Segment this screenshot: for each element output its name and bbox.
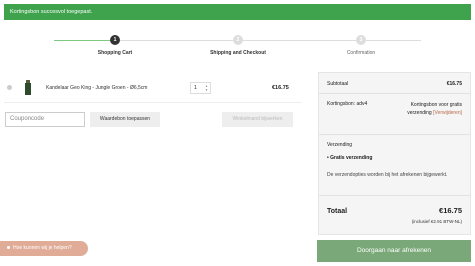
coupon-row: Kortingsbon: adv4 Kortingsbon voor grati…: [327, 101, 462, 131]
total-label: Totaal: [327, 208, 348, 215]
quantity-stepper[interactable]: 1 ▲ ▼: [190, 82, 211, 94]
divider: [4, 102, 302, 103]
step-3-dot: 3: [356, 35, 366, 45]
candle-holder-body: [25, 83, 31, 95]
chat-dot-icon: [7, 246, 10, 250]
subtotal-label: Subtotaal: [327, 81, 349, 87]
success-notice: Kortingsbon succesvol toegepast.: [4, 4, 471, 20]
shipping-option-label: Gratis verzending: [330, 155, 373, 161]
product-name-link[interactable]: Kandelaar Geo King - Jungle Groen - Ø6,5…: [46, 85, 147, 91]
step-3-label: Confirmation: [346, 50, 376, 56]
help-chat-button[interactable]: Hoe kunnen wij je helpen?: [0, 241, 88, 256]
progress-line: [120, 40, 233, 41]
shipping-note: De verzendopties worden bij het afrekene…: [327, 172, 448, 178]
divider: [319, 93, 470, 94]
divider: [319, 134, 470, 135]
coupon-label: Kortingsbon: adv4: [327, 101, 368, 107]
remove-item-icon[interactable]: [7, 85, 12, 90]
checkout-button[interactable]: Doorgaan naar afrekenen: [317, 240, 471, 262]
order-summary: Subtotaal €16.75 Kortingsbon: adv4 Korti…: [318, 72, 471, 235]
item-price: €16.75: [272, 85, 289, 91]
step-2-label: Shipping and Checkout: [210, 50, 266, 56]
subtotal-row: Subtotaal €16.75: [327, 81, 462, 87]
progress-line: [54, 40, 110, 41]
vat-note: (inclusief €2.91 BTW-NL): [411, 219, 462, 224]
remove-coupon-link[interactable]: [Verwijderen]: [433, 110, 462, 116]
chevron-down-icon[interactable]: ▼: [205, 89, 208, 92]
quantity-value: 1: [194, 85, 197, 91]
shipping-label: Verzending: [327, 142, 353, 148]
product-image[interactable]: [24, 80, 32, 95]
coupon-note: Kortingsbon voor gratis verzending [Verw…: [397, 101, 462, 117]
apply-coupon-button[interactable]: Waardebon toepassen: [90, 112, 160, 127]
divider: [319, 195, 470, 196]
step-1-dot: 1: [110, 35, 120, 45]
progress-line: [366, 40, 421, 41]
coupon-input[interactable]: Couponcode: [5, 112, 85, 127]
checkout-steps: 1 2 3 Shopping Cart Shipping and Checkou…: [0, 30, 475, 60]
total-value: €16.75: [439, 206, 462, 215]
subtotal-value: €16.75: [446, 81, 462, 87]
step-1-label: Shopping Cart: [97, 50, 133, 56]
help-label: Hoe kunnen wij je helpen?: [13, 245, 72, 251]
progress-line: [243, 40, 356, 41]
shipping-option: • Gratis verzending: [327, 155, 372, 161]
update-cart-button[interactable]: Winkelmand bijwerken: [222, 112, 293, 127]
step-2-dot: 2: [233, 35, 243, 45]
